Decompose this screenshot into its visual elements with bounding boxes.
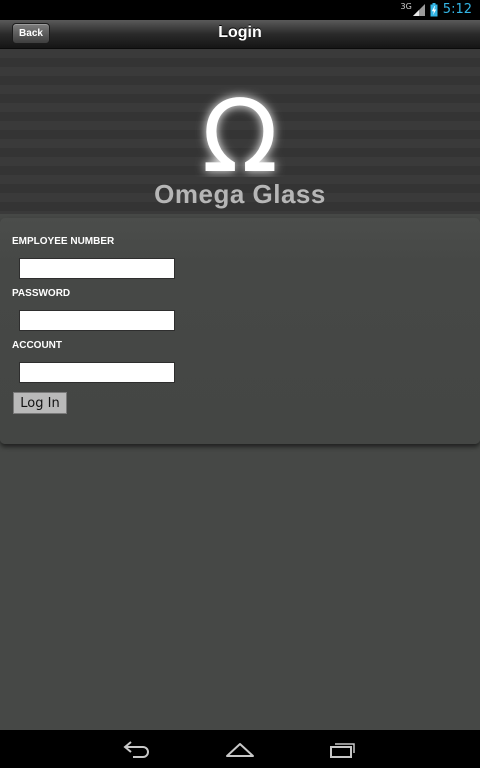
password-input[interactable] [19, 310, 175, 331]
navigation-bar: Back Login [0, 20, 480, 49]
logo-symbol-glyph: Ω [202, 87, 278, 177]
network-type-label: 3G [400, 1, 412, 11]
signal-icon [412, 4, 425, 16]
log-in-button[interactable]: Log In [13, 392, 67, 414]
employee-number-input[interactable] [19, 258, 175, 279]
system-home-button[interactable] [220, 738, 260, 760]
status-bar: 3G 5:12 [0, 0, 480, 20]
system-recent-apps-button[interactable] [322, 738, 362, 760]
status-icons: 3G 5:12 [401, 2, 473, 18]
app-screen: 3G 5:12 Back Login Ω Omega Glass EMPLOYE… [0, 0, 480, 768]
employee-number-label: EMPLOYEE NUMBER [12, 236, 115, 247]
back-arrow-icon [123, 741, 149, 758]
system-navigation-bar [0, 730, 480, 768]
account-label: ACCOUNT [12, 340, 62, 351]
brand-name: Omega Glass [154, 179, 326, 209]
page-title: Login [218, 24, 262, 41]
password-label: PASSWORD [12, 288, 71, 299]
status-time: 5:12 [442, 2, 472, 17]
login-form: EMPLOYEE NUMBER PASSWORD ACCOUNT Log In [0, 218, 480, 444]
account-input[interactable] [19, 362, 175, 383]
header-banner: Ω Omega Glass [0, 49, 480, 214]
omega-logo-icon: Ω [202, 87, 278, 177]
company-logo: Ω Omega Glass [0, 87, 480, 210]
recent-apps-icon [330, 743, 355, 758]
battery-charging-icon [430, 3, 438, 17]
system-back-button[interactable] [118, 738, 158, 760]
home-icon [226, 743, 254, 757]
